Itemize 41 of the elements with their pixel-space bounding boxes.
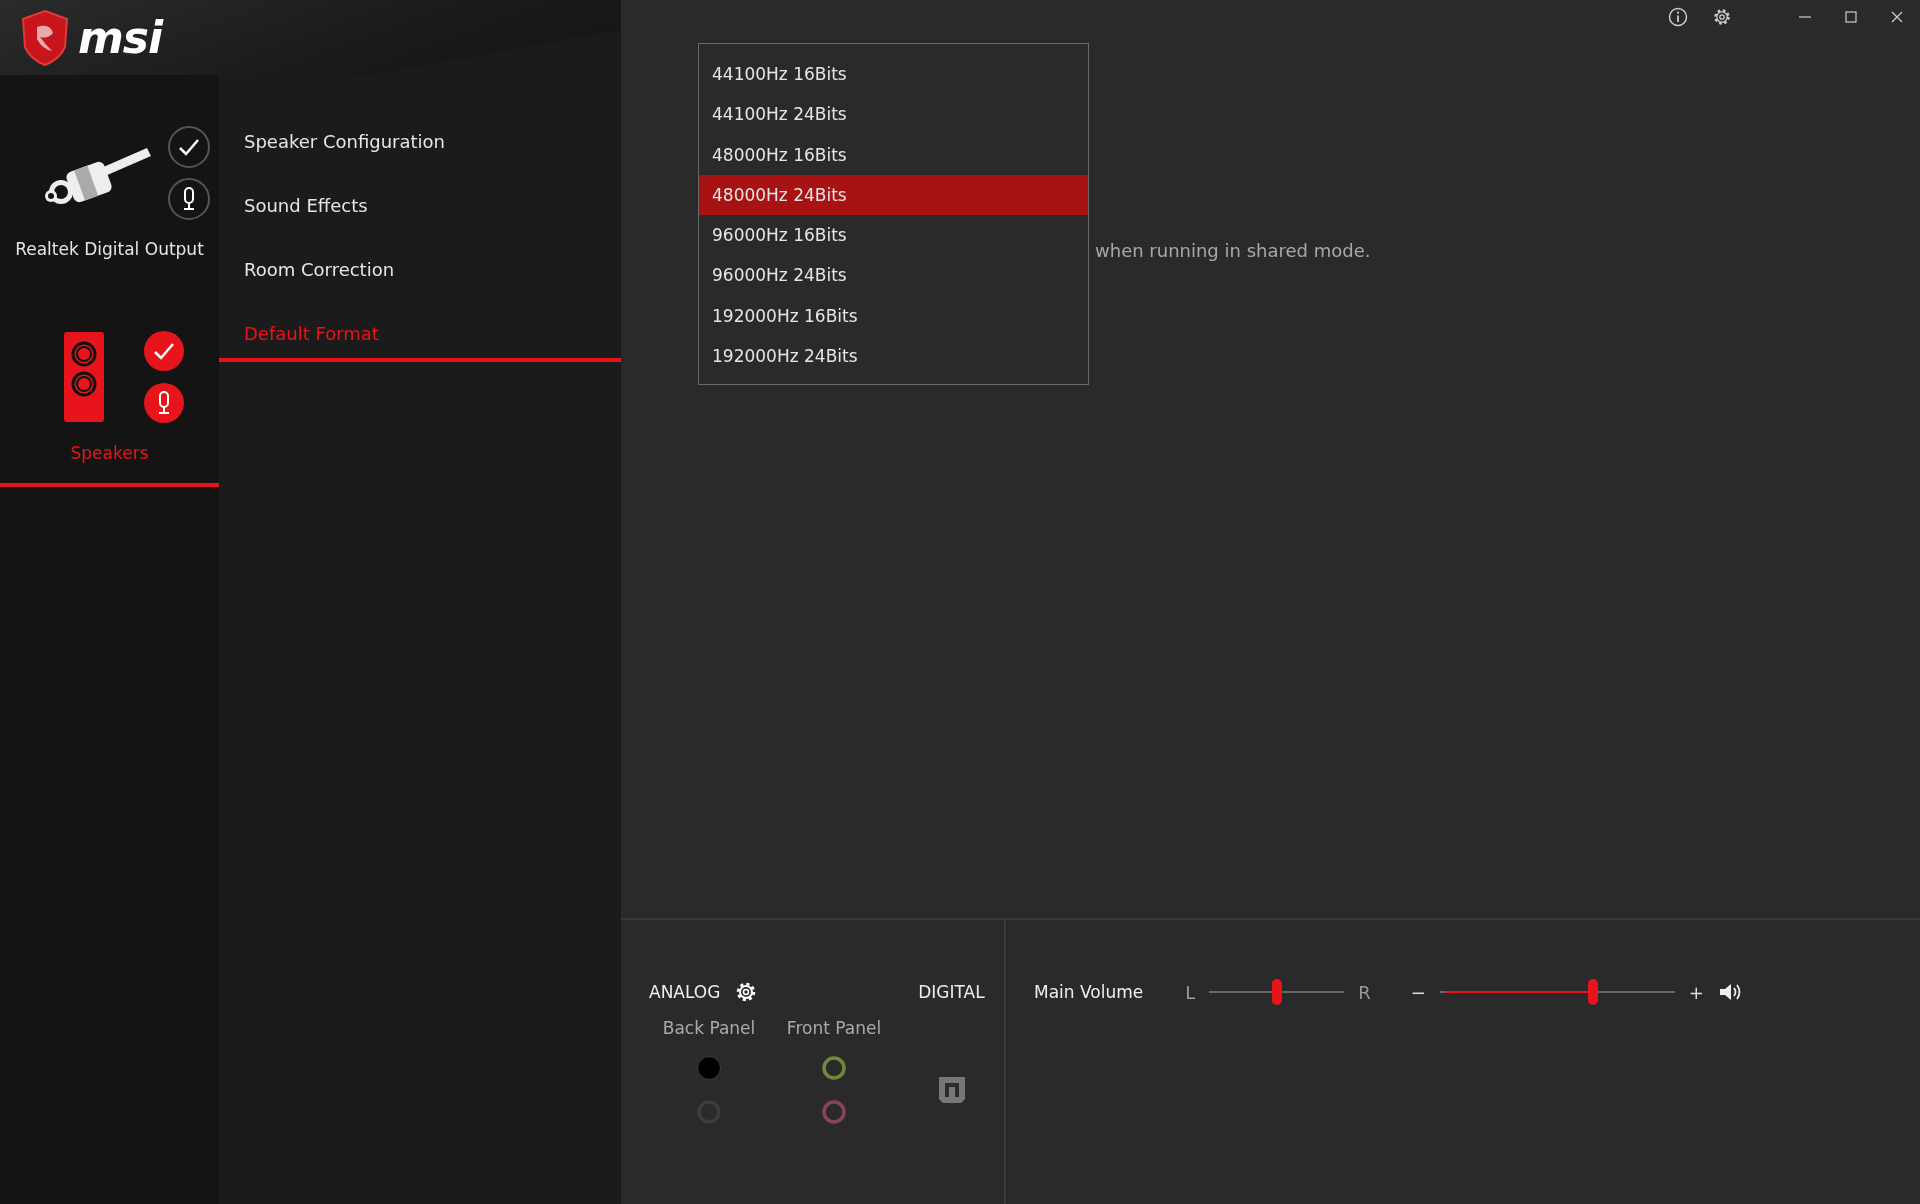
- slider-thumb[interactable]: [1271, 979, 1282, 1005]
- panel-label: Back Panel: [662, 1018, 756, 1038]
- speaker-icon: [63, 332, 104, 422]
- right-label: R: [1358, 981, 1371, 1003]
- format-option[interactable]: 96000Hz 24Bits: [699, 255, 1088, 296]
- digital-port-icon[interactable]: [936, 1075, 967, 1105]
- format-option[interactable]: 96000Hz 16Bits: [699, 215, 1088, 256]
- microphone-icon: [166, 177, 211, 221]
- device-name: Speakers: [70, 443, 149, 463]
- settings-icon[interactable]: [1712, 7, 1732, 27]
- panel-label: Front Panel: [786, 1018, 882, 1038]
- shield-icon: [20, 8, 70, 67]
- main-volume-label: Main Volume: [1034, 982, 1144, 1002]
- brand-logo: msi: [78, 12, 163, 63]
- left-label: L: [1185, 981, 1196, 1003]
- nav-item[interactable]: Speaker Configuration: [219, 118, 621, 182]
- hint-text: when running in shared mode.: [1095, 240, 1371, 261]
- nav-item[interactable]: Room Correction: [219, 246, 621, 310]
- volume-down-button[interactable]: −: [1410, 981, 1426, 1003]
- audio-jack-icon[interactable]: [821, 1099, 847, 1125]
- microphone-icon: [141, 381, 186, 425]
- format-option[interactable]: 48000Hz 24Bits: [699, 174, 1088, 216]
- info-icon[interactable]: [1668, 7, 1688, 27]
- device-item[interactable]: Realtek Digital Output: [0, 125, 219, 279]
- format-option[interactable]: 192000Hz 16Bits: [699, 295, 1088, 337]
- digital-label: DIGITAL: [918, 982, 985, 1002]
- slider-thumb[interactable]: [1588, 979, 1599, 1005]
- device-item[interactable]: Speakers: [0, 329, 219, 487]
- audio-jack-icon[interactable]: [821, 1055, 847, 1081]
- maximize-icon[interactable]: [1843, 9, 1859, 25]
- nav-item[interactable]: Sound Effects: [219, 182, 621, 246]
- format-option[interactable]: 44100Hz 24Bits: [699, 94, 1088, 135]
- volume-up-button[interactable]: +: [1688, 981, 1704, 1003]
- format-option[interactable]: 192000Hz 24Bits: [699, 336, 1088, 377]
- device-name: Realtek Digital Output: [15, 239, 204, 259]
- close-icon[interactable]: [1889, 9, 1905, 25]
- analog-label: ANALOG: [649, 982, 721, 1002]
- check-icon: [141, 329, 186, 373]
- check-icon: [166, 125, 211, 169]
- format-option[interactable]: 44100Hz 16Bits: [699, 54, 1088, 95]
- format-option[interactable]: 48000Hz 16Bits: [699, 134, 1088, 175]
